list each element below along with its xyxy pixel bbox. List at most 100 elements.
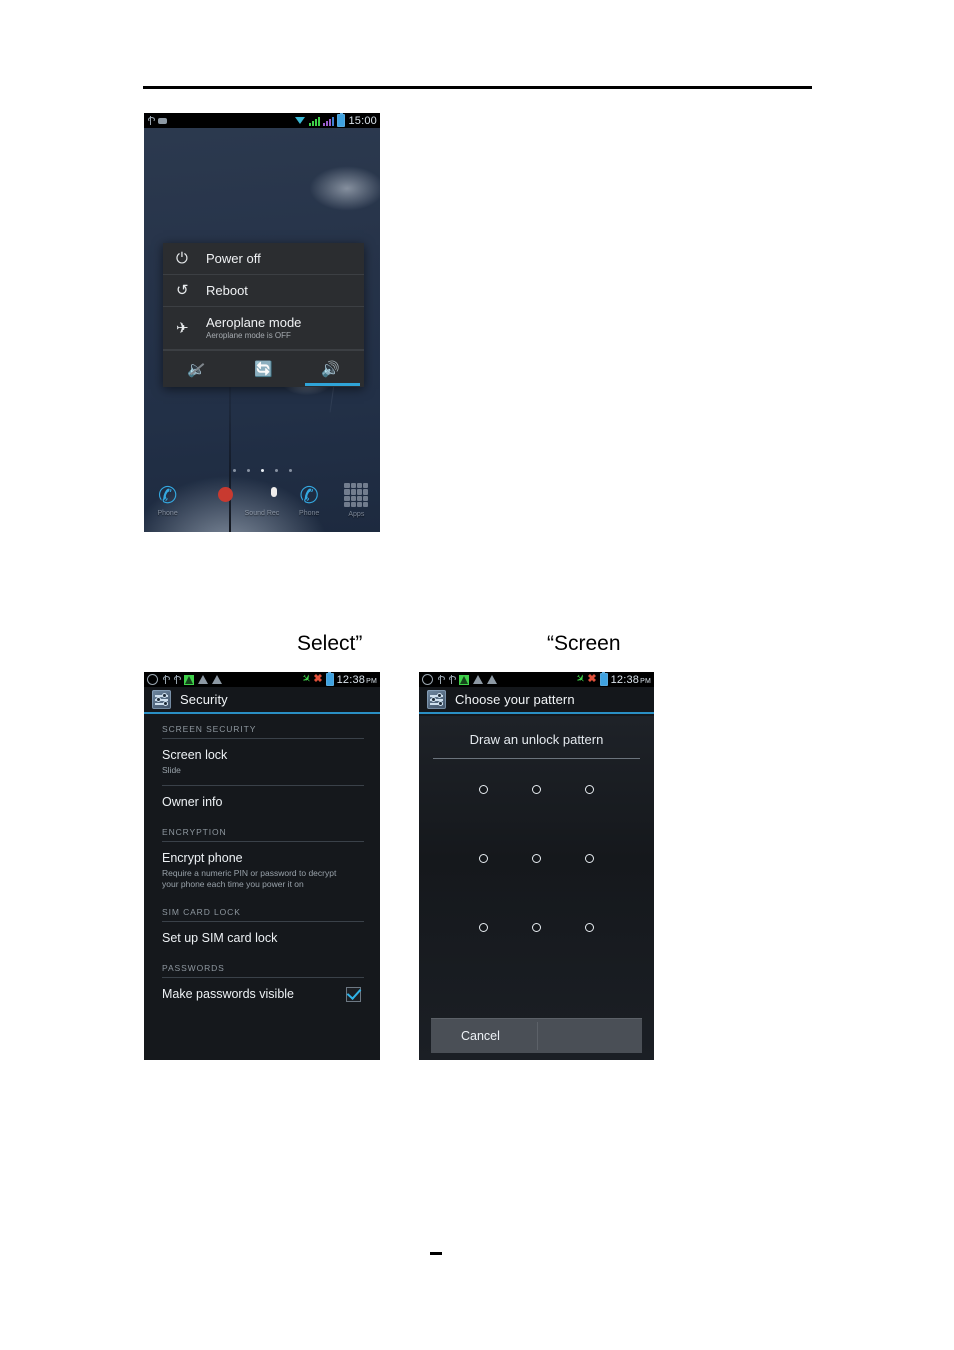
setting-screen-lock[interactable]: Screen lock Slide xyxy=(144,739,380,785)
aeroplane-mode-label: Aeroplane mode xyxy=(206,315,302,330)
warning-triangle-green-icon xyxy=(184,674,194,685)
cancel-button[interactable]: Cancel xyxy=(431,1018,642,1053)
warning-triangle-icon xyxy=(212,675,222,684)
usb-icon xyxy=(147,116,155,125)
pattern-dot[interactable] xyxy=(478,785,488,794)
debug-icon xyxy=(422,674,433,685)
screenshot-security-settings: ✈ ✖ 12:38PM Security SCREEN SECURITY Scr… xyxy=(144,672,380,1060)
make-passwords-visible-checkbox[interactable] xyxy=(346,987,361,1002)
rotation-icon: 🔄 xyxy=(254,361,273,378)
reboot-label: Reboot xyxy=(206,283,248,298)
warning-triangle-icon xyxy=(487,675,497,684)
status-bar-left-icons xyxy=(147,116,167,125)
pattern-body: Draw an unlock pattern Cancel xyxy=(419,716,654,1060)
power-off-label: Power off xyxy=(206,251,261,266)
pattern-dot[interactable] xyxy=(531,854,541,863)
page-title: Security xyxy=(180,692,228,707)
setting-title: Set up SIM card lock xyxy=(162,931,278,945)
warning-triangle-green-icon xyxy=(459,674,469,685)
sound-toggle[interactable]: 🔊 xyxy=(297,351,364,387)
setting-subtitle: Require a numeric PIN or password to dec… xyxy=(162,868,337,889)
aeroplane-mode-status: Aeroplane mode is OFF xyxy=(206,331,291,340)
status-bar-right-icons: 15:00 xyxy=(295,113,377,127)
setting-encrypt-phone[interactable]: Encrypt phone Require a numeric PIN or p… xyxy=(144,842,380,899)
dock-item-sound-recorder[interactable]: Sound Rec xyxy=(240,482,284,517)
pattern-dot[interactable] xyxy=(531,785,541,794)
aeroplane-mode-option[interactable]: ✈ Aeroplane mode Aeroplane mode is OFF xyxy=(163,307,364,350)
reboot-option[interactable]: ↺ Reboot xyxy=(163,275,364,307)
status-bar-left-icons xyxy=(147,674,222,685)
power-icon: ⏻ xyxy=(176,250,188,267)
pattern-dot[interactable] xyxy=(585,854,595,863)
dock-label-phone-left: Phone xyxy=(157,510,178,517)
sound-icon: 🔊 xyxy=(321,361,340,378)
usb-icon xyxy=(162,675,170,684)
pattern-dot[interactable] xyxy=(478,923,488,932)
no-sim-icon: ✖ xyxy=(587,673,597,685)
caption-screen: “Screen xyxy=(547,632,621,655)
dock-item-contact[interactable] xyxy=(193,482,237,510)
pattern-dot[interactable] xyxy=(585,785,595,794)
setting-title: Owner info xyxy=(162,795,223,809)
section-header-encryption: ENCRYPTION xyxy=(162,827,227,837)
pattern-dot[interactable] xyxy=(478,854,488,863)
cancel-label: Cancel xyxy=(461,1029,500,1043)
no-sim-icon: ✖ xyxy=(313,673,323,685)
dock-item-phone-right[interactable]: ✆ Phone xyxy=(287,482,331,517)
usb-icon xyxy=(448,675,456,684)
battery-icon xyxy=(337,113,346,127)
cancel-bar-divider xyxy=(536,1022,538,1050)
settings-icon xyxy=(427,690,446,709)
phone-icon: ✆ xyxy=(299,482,319,508)
status-bar: 15:00 xyxy=(144,113,380,128)
phone-icon: ✆ xyxy=(157,482,178,508)
divider xyxy=(433,758,640,759)
screenshot-home-power-menu: 15:00 ✆ Phone Sound Rec ✆ Phone Apps ⏻ P… xyxy=(144,113,380,532)
footer-page-mark xyxy=(430,1252,442,1255)
contact-icon xyxy=(202,482,228,508)
setting-owner-info[interactable]: Owner info xyxy=(144,786,380,819)
setting-title: Make passwords visible xyxy=(162,987,294,1001)
usb-icon xyxy=(437,675,445,684)
security-app-bar: Security xyxy=(144,687,380,714)
setting-set-up-sim-card-lock[interactable]: Set up SIM card lock xyxy=(144,922,380,955)
pattern-dot[interactable] xyxy=(531,923,541,932)
status-bar: ✈ ✖ 12:38PM xyxy=(419,672,654,687)
dock-label-sound-recorder: Sound Rec xyxy=(244,510,280,517)
aeroplane-icon: ✈ xyxy=(572,672,588,687)
security-settings-list[interactable]: SCREEN SECURITY Screen lock Slide Owner … xyxy=(144,716,380,1060)
setting-subtitle: Slide xyxy=(162,765,181,775)
section-header-passwords: PASSWORDS xyxy=(162,963,225,973)
pattern-dot[interactable] xyxy=(585,923,595,932)
warning-triangle-icon xyxy=(198,675,208,684)
dock-item-phone-left[interactable]: ✆ Phone xyxy=(146,482,190,517)
pattern-app-bar: Choose your pattern xyxy=(419,687,654,714)
power-dialog-toggles: 🔈 🔄 🔊 xyxy=(163,350,364,387)
status-bar-left-icons xyxy=(422,674,497,685)
rotation-toggle[interactable]: 🔄 xyxy=(230,351,297,387)
power-options-dialog: ⏻ Power off ↺ Reboot ✈ Aeroplane mode Ae… xyxy=(163,243,364,387)
pattern-prompt: Draw an unlock pattern xyxy=(469,732,604,747)
power-off-option[interactable]: ⏻ Power off xyxy=(163,243,364,275)
aeroplane-icon: ✈ xyxy=(176,319,189,337)
home-dock: ✆ Phone Sound Rec ✆ Phone Apps xyxy=(144,476,380,532)
page-title: Choose your pattern xyxy=(455,692,575,707)
dock-item-apps[interactable]: Apps xyxy=(334,482,378,518)
signal-bars-purple-icon xyxy=(323,116,335,126)
battery-icon xyxy=(325,672,334,686)
status-bar-clock: 12:38PM xyxy=(610,673,651,686)
status-bar-right-icons: ✈ ✖ 12:38PM xyxy=(572,672,651,687)
status-bar-clock: 12:38PM xyxy=(336,673,377,686)
pattern-grid[interactable] xyxy=(457,785,617,932)
status-bar: ✈ ✖ 12:38PM xyxy=(144,672,380,687)
mute-toggle[interactable]: 🔈 xyxy=(163,351,230,387)
wifi-icon xyxy=(295,116,306,125)
apps-icon xyxy=(343,483,369,509)
caption-select: Select” xyxy=(297,632,363,655)
setting-make-passwords-visible[interactable]: Make passwords visible xyxy=(144,978,380,1011)
dock-label-phone-right: Phone xyxy=(299,510,320,517)
sound-recorder-icon xyxy=(249,482,275,508)
aeroplane-icon: ✈ xyxy=(298,672,314,687)
warning-triangle-icon xyxy=(473,675,483,684)
settings-icon xyxy=(152,690,171,709)
